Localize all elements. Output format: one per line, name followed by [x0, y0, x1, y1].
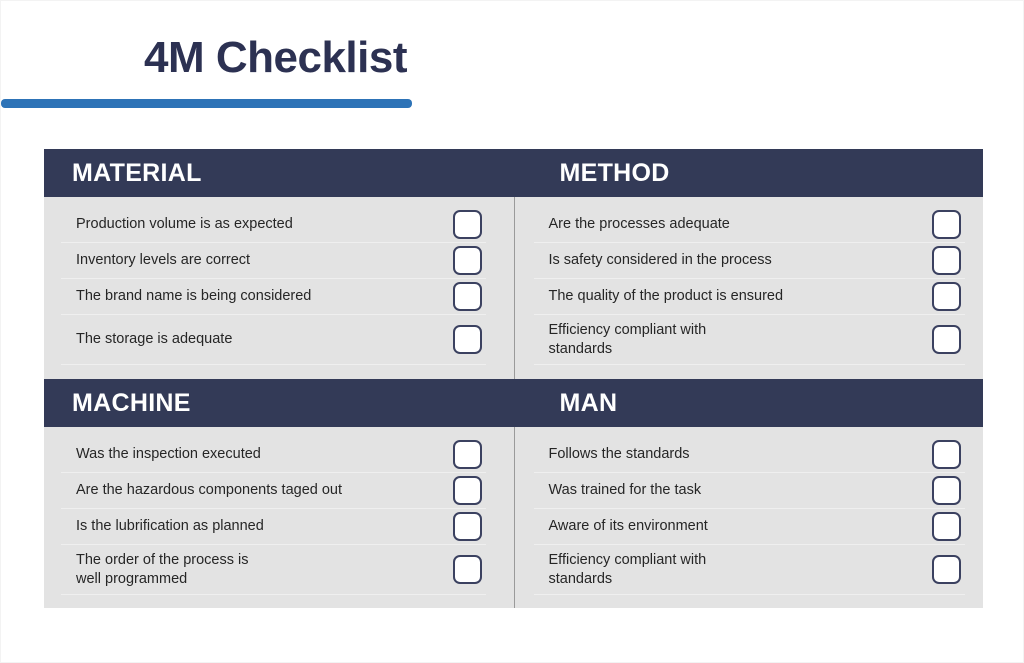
quadrant-heading-label: METHOD	[559, 159, 670, 187]
checkbox[interactable]	[932, 512, 961, 541]
checklist-item-label: Production volume is as expected	[76, 216, 293, 232]
checklist-item-label: Aware of its environment	[548, 518, 708, 534]
checklist-item[interactable]: Was trained for the task	[533, 472, 965, 508]
checklist-items-material: Production volume is as expected Invento…	[61, 207, 486, 365]
checkbox[interactable]	[932, 246, 961, 275]
checklist-item-label: Was the inspection executed	[76, 446, 261, 462]
quadrant-header-material: MATERIAL	[44, 149, 514, 197]
checkbox[interactable]	[932, 440, 961, 469]
header-band-row-1: MATERIAL METHOD	[44, 149, 983, 197]
quadrant-body-row-2: Was the inspection executed Are the haza…	[44, 427, 983, 608]
checklist-item[interactable]: Production volume is as expected	[61, 207, 486, 242]
checklist-item-label: Efficiency compliant with standards	[548, 551, 707, 587]
checklist-item[interactable]: Are the hazardous components taged out	[61, 472, 486, 508]
checklist-grid: MATERIAL METHOD Production volume is as …	[44, 149, 983, 608]
checklist-items-man: Follows the standards Was trained for th…	[533, 437, 966, 595]
checklist-item-label: Was trained for the task	[548, 482, 702, 498]
checklist-item[interactable]: Is the lubrification as planned	[61, 508, 486, 544]
checklist-item[interactable]: Is safety considered in the process	[533, 242, 965, 278]
checkbox[interactable]	[452, 555, 482, 584]
checklist-item[interactable]: The quality of the product is ensured	[533, 278, 965, 314]
checklist-item[interactable]: Aware of its environment	[533, 508, 965, 544]
checkbox[interactable]	[452, 512, 482, 541]
checklist-item[interactable]: The storage is adequate	[61, 314, 486, 364]
checkbox[interactable]	[452, 282, 482, 311]
quadrant-body-method: Are the processes adequate Is safety con…	[513, 197, 983, 379]
checkbox[interactable]	[452, 210, 482, 239]
checklist-item-label: Is the lubrification as planned	[76, 518, 264, 534]
quadrant-heading-label: MATERIAL	[72, 159, 202, 187]
title-block: 4M Checklist	[1, 29, 1024, 111]
checklist-item[interactable]: The brand name is being considered	[61, 278, 486, 314]
checklist-item[interactable]: Are the processes adequate	[534, 207, 966, 242]
quadrant-body-machine: Was the inspection executed Are the haza…	[44, 427, 514, 608]
checkbox[interactable]	[452, 325, 482, 354]
checklist-item-label: The brand name is being considered	[76, 288, 312, 304]
header-band-row-2: MACHINE MAN	[44, 379, 983, 427]
quadrant-header-machine: MACHINE	[44, 379, 514, 427]
checklist-item[interactable]: The order of the process is well program…	[61, 544, 486, 594]
checklist-item[interactable]: Follows the standards	[534, 437, 966, 472]
checklist-item-label: Are the processes adequate	[548, 216, 730, 232]
checklist-item-label: The order of the process is well program…	[76, 551, 249, 587]
checklist-item[interactable]: Efficiency compliant with standards	[533, 314, 965, 364]
quadrant-body-row-1: Production volume is as expected Invento…	[44, 197, 983, 379]
quadrant-heading-label: MACHINE	[72, 389, 191, 417]
checklist-items-method: Are the processes adequate Is safety con…	[533, 207, 966, 365]
checklist-item-label: Inventory levels are correct	[76, 252, 251, 268]
checkbox[interactable]	[932, 210, 961, 239]
checklist-item-label: Follows the standards	[548, 446, 690, 462]
checklist-item-label: Is safety considered in the process	[548, 252, 772, 268]
checkbox[interactable]	[452, 476, 482, 505]
checklist-item-label: Are the hazardous components taged out	[76, 482, 343, 498]
title-accent-bar	[1, 99, 412, 108]
checklist-item[interactable]: Efficiency compliant with standards	[533, 544, 965, 594]
checkbox[interactable]	[932, 282, 961, 311]
quadrant-header-man: MAN	[514, 379, 984, 427]
checkbox[interactable]	[932, 476, 961, 505]
quadrant-body-man: Follows the standards Was trained for th…	[513, 427, 983, 608]
checklist-item-label: The quality of the product is ensured	[548, 288, 784, 304]
checkbox[interactable]	[932, 325, 961, 354]
checklist-item[interactable]: Was the inspection executed	[61, 437, 486, 472]
checklist-item[interactable]: Inventory levels are correct	[61, 242, 486, 278]
checklist-item-label: The storage is adequate	[76, 331, 233, 347]
checklist-page: 4M Checklist MATERIAL METHOD Production …	[0, 0, 1024, 663]
quadrant-header-method: METHOD	[514, 149, 984, 197]
page-title: 4M Checklist	[144, 33, 407, 82]
checklist-items-machine: Was the inspection executed Are the haza…	[61, 437, 486, 595]
quadrant-heading-label: MAN	[559, 389, 618, 417]
checkbox[interactable]	[932, 555, 961, 584]
quadrant-body-material: Production volume is as expected Invento…	[44, 197, 514, 379]
checklist-item-label: Efficiency compliant with standards	[548, 321, 707, 357]
checkbox[interactable]	[452, 246, 482, 275]
checkbox[interactable]	[452, 440, 482, 469]
